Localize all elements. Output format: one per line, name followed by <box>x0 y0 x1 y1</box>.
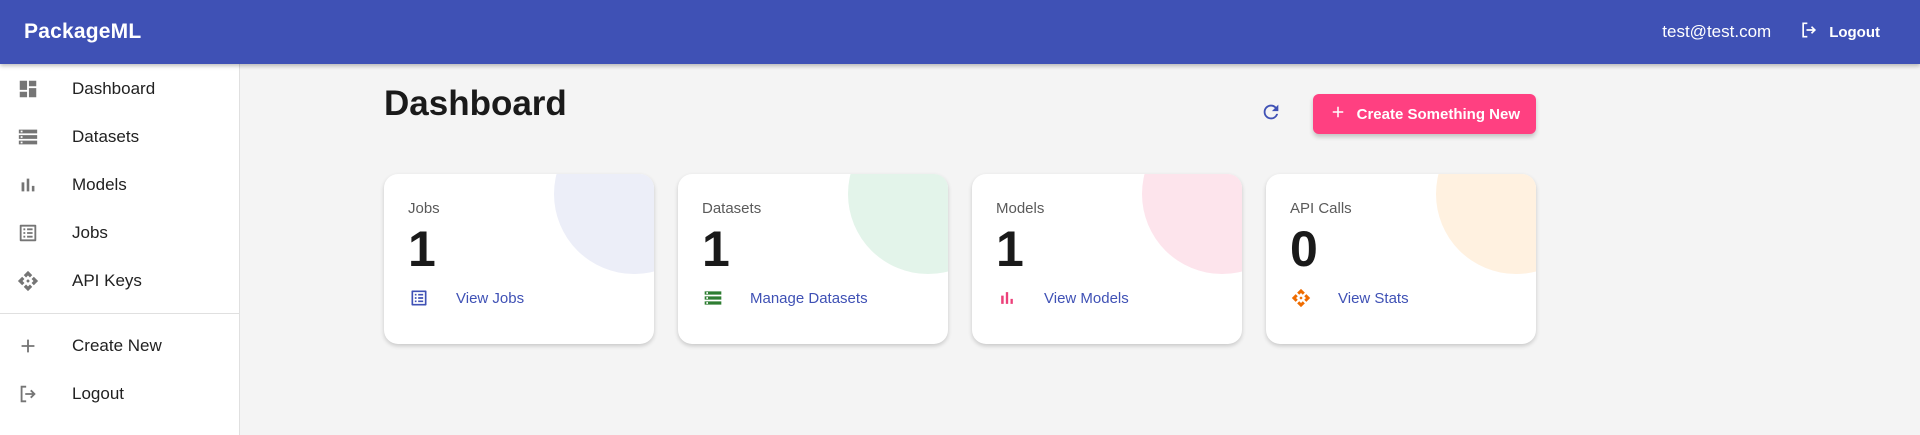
card-link-label: View Stats <box>1338 289 1409 307</box>
view-jobs-link[interactable]: View Jobs <box>408 287 630 309</box>
create-button-label: Create Something New <box>1356 105 1520 123</box>
sidebar-item-create-new[interactable]: Create New <box>0 322 239 370</box>
sidebar-item-label: Models <box>72 175 127 194</box>
card-link-label: View Models <box>1044 289 1129 307</box>
stat-card-datasets: Datasets 1 Manage Datasets <box>678 174 948 344</box>
card-title: Models <box>996 200 1045 217</box>
card-value: 1 <box>408 221 436 277</box>
storage-icon <box>702 287 724 309</box>
manage-datasets-link[interactable]: Manage Datasets <box>702 287 924 309</box>
storage-icon <box>16 125 40 149</box>
create-something-new-button[interactable]: Create Something New <box>1312 94 1536 134</box>
api-icon <box>1290 287 1312 309</box>
main-content: Dashboard Create Something New Jobs 1 Vi… <box>384 64 1536 344</box>
view-stats-link[interactable]: View Stats <box>1290 287 1512 309</box>
refresh-icon <box>1260 101 1282 128</box>
stats-cards: Jobs 1 View Jobs Datasets 1 Manage Datas… <box>384 174 1536 344</box>
user-email: test@test.com <box>1662 22 1772 41</box>
dashboard-icon <box>16 77 40 101</box>
logout-icon <box>1799 20 1819 44</box>
card-link-label: View Jobs <box>456 289 525 307</box>
refresh-button[interactable] <box>1251 94 1291 134</box>
app-bar: PackageML test@test.com Logout <box>0 0 1920 64</box>
list-alt-icon <box>16 221 40 245</box>
card-link-label: Manage Datasets <box>750 289 868 307</box>
sidebar-item-jobs[interactable]: Jobs <box>0 209 239 257</box>
sidebar-item-label: Jobs <box>72 223 108 242</box>
add-icon <box>1329 103 1347 125</box>
sidebar-item-api-keys[interactable]: API Keys <box>0 257 239 305</box>
card-value: 1 <box>702 221 730 277</box>
add-icon <box>16 334 40 358</box>
card-value: 1 <box>996 221 1024 277</box>
stat-card-jobs: Jobs 1 View Jobs <box>384 174 654 344</box>
api-icon <box>16 269 40 293</box>
sidebar-item-logout[interactable]: Logout <box>0 370 239 418</box>
sidebar-item-label: API Keys <box>72 271 142 290</box>
card-title: Jobs <box>408 200 440 217</box>
brand-logo[interactable]: PackageML <box>24 20 141 44</box>
sidebar-item-label: Create New <box>72 336 162 355</box>
stat-card-models: Models 1 View Models <box>972 174 1242 344</box>
sidebar-item-models[interactable]: Models <box>0 161 239 209</box>
sidebar-item-label: Datasets <box>72 127 140 146</box>
page-title: Dashboard <box>384 84 567 123</box>
card-value: 0 <box>1290 221 1318 277</box>
card-title: Datasets <box>702 200 762 217</box>
list-alt-icon <box>408 287 430 309</box>
sidebar: Dashboard Datasets Models Jobs API Keys <box>0 64 240 435</box>
view-models-link[interactable]: View Models <box>996 287 1218 309</box>
bar-chart-icon <box>996 287 1018 309</box>
stat-card-api-calls: API Calls 0 View Stats <box>1266 174 1536 344</box>
logout-icon <box>16 382 40 406</box>
card-title: API Calls <box>1290 200 1352 217</box>
sidebar-item-dashboard[interactable]: Dashboard <box>0 65 239 113</box>
logout-button[interactable]: Logout <box>1799 20 1880 44</box>
sidebar-item-datasets[interactable]: Datasets <box>0 113 239 161</box>
sidebar-item-label: Dashboard <box>72 79 156 98</box>
logout-label: Logout <box>1829 23 1880 41</box>
sidebar-divider <box>0 313 239 314</box>
sidebar-item-label: Logout <box>72 384 124 403</box>
bar-chart-icon <box>16 173 40 197</box>
